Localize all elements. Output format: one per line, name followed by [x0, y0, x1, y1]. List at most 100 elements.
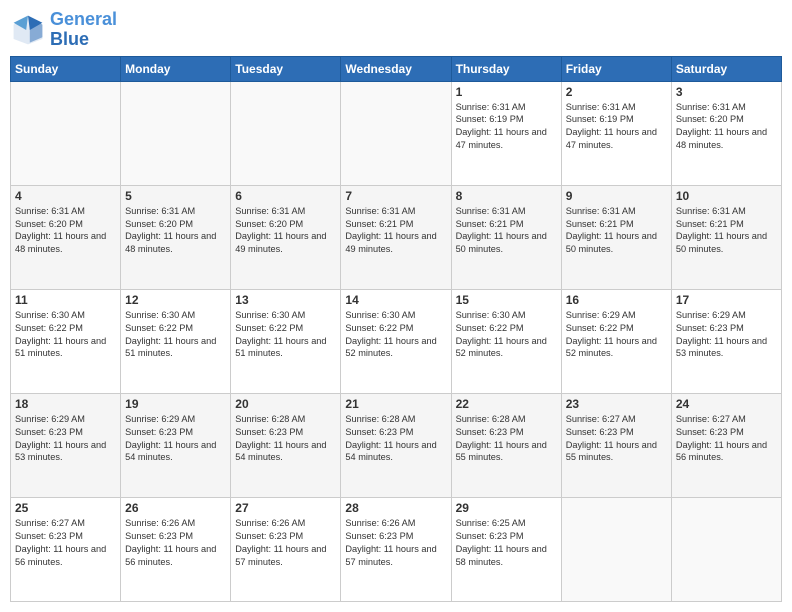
day-info: Sunrise: 6:30 AM Sunset: 6:22 PM Dayligh…	[125, 309, 226, 361]
day-number: 12	[125, 293, 226, 307]
table-row: 23Sunrise: 6:27 AM Sunset: 6:23 PM Dayli…	[561, 393, 671, 497]
calendar-week-row: 25 Sunrise: 6:27 AM Sunset: 6:23 PM Dayli…	[11, 497, 782, 601]
table-row: 24 Sunrise: 6:27 AM Sunset: 6:23 PM Dayli…	[671, 393, 781, 497]
day-info: Sunrise: 6:30 AM Sunset: 6:22 PM Dayligh…	[235, 309, 336, 361]
table-row: 28Sunrise: 6:26 AM Sunset: 6:23 PM Dayli…	[341, 497, 451, 601]
day-info: Sunrise: 6:28 AM Sunset: 6:23 PM Dayligh…	[456, 413, 557, 465]
table-row: 27 Sunrise: 6:26 AM Sunset: 6:23 PM Dayli…	[231, 497, 341, 601]
day-info: Sunrise: 6:29 AM Sunset: 6:23 PM Dayligh…	[15, 413, 116, 465]
table-row: 10 Sunrise: 6:31 AM Sunset: 6:21 PM Dayli…	[671, 185, 781, 289]
calendar-week-row: 18 Sunrise: 6:29 AM Sunset: 6:23 PM Dayli…	[11, 393, 782, 497]
day-info: Sunrise: 6:25 AM Sunset: 6:23 PM Dayligh…	[456, 517, 557, 569]
table-row: 6Sunrise: 6:31 AM Sunset: 6:20 PM Daylig…	[231, 185, 341, 289]
col-tuesday: Tuesday	[231, 56, 341, 81]
day-info: Sunrise: 6:31 AM Sunset: 6:19 PM Dayligh…	[566, 101, 667, 153]
day-info: Sunrise: 6:31 AM Sunset: 6:20 PM Dayligh…	[125, 205, 226, 257]
day-info: Sunrise: 6:27 AM Sunset: 6:23 PM Dayligh…	[676, 413, 777, 465]
table-row: 26 Sunrise: 6:26 AM Sunset: 6:23 PM Dayli…	[121, 497, 231, 601]
day-info: Sunrise: 6:29 AM Sunset: 6:23 PM Dayligh…	[676, 309, 777, 361]
day-number: 5	[125, 189, 226, 203]
page: General Blue Sunday Monday Tuesday Wedne…	[0, 0, 792, 612]
day-info: Sunrise: 6:31 AM Sunset: 6:21 PM Dayligh…	[676, 205, 777, 257]
day-number: 2	[566, 85, 667, 99]
day-number: 24	[676, 397, 777, 411]
day-number: 10	[676, 189, 777, 203]
table-row: 25 Sunrise: 6:27 AM Sunset: 6:23 PM Dayli…	[11, 497, 121, 601]
table-row: 1 Sunrise: 6:31 AM Sunset: 6:19 PM Daylig…	[451, 81, 561, 185]
table-row: 22 Sunrise: 6:28 AM Sunset: 6:23 PM Dayli…	[451, 393, 561, 497]
day-number: 28	[345, 501, 446, 515]
day-info: Sunrise: 6:29 AM Sunset: 6:23 PM Dayligh…	[125, 413, 226, 465]
table-row	[561, 497, 671, 601]
day-number: 7	[345, 189, 446, 203]
table-row: 14 Sunrise: 6:30 AM Sunset: 6:22 PM Dayli…	[341, 289, 451, 393]
day-number: 13	[235, 293, 336, 307]
day-info: Sunrise: 6:30 AM Sunset: 6:22 PM Dayligh…	[15, 309, 116, 361]
day-info: Sunrise: 6:29 AM Sunset: 6:22 PM Dayligh…	[566, 309, 667, 361]
table-row: 7 Sunrise: 6:31 AM Sunset: 6:21 PM Daylig…	[341, 185, 451, 289]
table-row: 18 Sunrise: 6:29 AM Sunset: 6:23 PM Dayli…	[11, 393, 121, 497]
day-number: 1	[456, 85, 557, 99]
table-row: 15 Sunrise: 6:30 AM Sunset: 6:22 PM Dayli…	[451, 289, 561, 393]
day-number: 14	[345, 293, 446, 307]
day-info: Sunrise: 6:31 AM Sunset: 6:19 PM Dayligh…	[456, 101, 557, 153]
day-info: Sunrise: 6:26 AM Sunset: 6:23 PM Dayligh…	[125, 517, 226, 569]
day-info: Sunrise: 6:31 AM Sunset: 6:20 PM Dayligh…	[676, 101, 777, 153]
day-number: 18	[15, 397, 116, 411]
table-row: 9 Sunrise: 6:31 AM Sunset: 6:21 PM Daylig…	[561, 185, 671, 289]
day-info: Sunrise: 6:28 AM Sunset: 6:23 PM Dayligh…	[345, 413, 446, 465]
day-number: 22	[456, 397, 557, 411]
col-monday: Monday	[121, 56, 231, 81]
day-info: Sunrise: 6:30 AM Sunset: 6:22 PM Dayligh…	[456, 309, 557, 361]
table-row: 8 Sunrise: 6:31 AM Sunset: 6:21 PM Daylig…	[451, 185, 561, 289]
calendar-week-row: 4Sunrise: 6:31 AM Sunset: 6:20 PM Daylig…	[11, 185, 782, 289]
day-number: 3	[676, 85, 777, 99]
day-number: 27	[235, 501, 336, 515]
table-row: 16 Sunrise: 6:29 AM Sunset: 6:22 PM Dayli…	[561, 289, 671, 393]
day-info: Sunrise: 6:31 AM Sunset: 6:21 PM Dayligh…	[345, 205, 446, 257]
col-saturday: Saturday	[671, 56, 781, 81]
table-row: 21 Sunrise: 6:28 AM Sunset: 6:23 PM Dayli…	[341, 393, 451, 497]
table-row: 29 Sunrise: 6:25 AM Sunset: 6:23 PM Dayli…	[451, 497, 561, 601]
logo-icon	[10, 12, 46, 48]
day-number: 8	[456, 189, 557, 203]
table-row: 12 Sunrise: 6:30 AM Sunset: 6:22 PM Dayli…	[121, 289, 231, 393]
col-wednesday: Wednesday	[341, 56, 451, 81]
day-number: 15	[456, 293, 557, 307]
day-number: 16	[566, 293, 667, 307]
day-info: Sunrise: 6:31 AM Sunset: 6:20 PM Dayligh…	[235, 205, 336, 257]
day-info: Sunrise: 6:27 AM Sunset: 6:23 PM Dayligh…	[15, 517, 116, 569]
header: General Blue	[10, 10, 782, 50]
table-row: 2 Sunrise: 6:31 AM Sunset: 6:19 PM Daylig…	[561, 81, 671, 185]
col-friday: Friday	[561, 56, 671, 81]
day-number: 17	[676, 293, 777, 307]
table-row: 19 Sunrise: 6:29 AM Sunset: 6:23 PM Dayli…	[121, 393, 231, 497]
day-number: 29	[456, 501, 557, 515]
col-thursday: Thursday	[451, 56, 561, 81]
table-row	[121, 81, 231, 185]
day-info: Sunrise: 6:27 AM Sunset: 6:23 PM Dayligh…	[566, 413, 667, 465]
calendar-table: Sunday Monday Tuesday Wednesday Thursday…	[10, 56, 782, 602]
table-row: 20Sunrise: 6:28 AM Sunset: 6:23 PM Dayli…	[231, 393, 341, 497]
table-row	[341, 81, 451, 185]
table-row	[231, 81, 341, 185]
calendar-week-row: 1 Sunrise: 6:31 AM Sunset: 6:19 PM Daylig…	[11, 81, 782, 185]
day-number: 26	[125, 501, 226, 515]
day-info: Sunrise: 6:30 AM Sunset: 6:22 PM Dayligh…	[345, 309, 446, 361]
day-number: 9	[566, 189, 667, 203]
day-number: 25	[15, 501, 116, 515]
day-number: 19	[125, 397, 226, 411]
day-info: Sunrise: 6:26 AM Sunset: 6:23 PM Dayligh…	[235, 517, 336, 569]
day-info: Sunrise: 6:31 AM Sunset: 6:21 PM Dayligh…	[566, 205, 667, 257]
table-row: 11 Sunrise: 6:30 AM Sunset: 6:22 PM Dayli…	[11, 289, 121, 393]
table-row: 4Sunrise: 6:31 AM Sunset: 6:20 PM Daylig…	[11, 185, 121, 289]
table-row	[671, 497, 781, 601]
table-row: 13 Sunrise: 6:30 AM Sunset: 6:22 PM Dayli…	[231, 289, 341, 393]
day-number: 21	[345, 397, 446, 411]
day-info: Sunrise: 6:28 AM Sunset: 6:23 PM Dayligh…	[235, 413, 336, 465]
col-sunday: Sunday	[11, 56, 121, 81]
table-row: 3 Sunrise: 6:31 AM Sunset: 6:20 PM Daylig…	[671, 81, 781, 185]
table-row: 5 Sunrise: 6:31 AM Sunset: 6:20 PM Daylig…	[121, 185, 231, 289]
day-number: 11	[15, 293, 116, 307]
day-info: Sunrise: 6:31 AM Sunset: 6:21 PM Dayligh…	[456, 205, 557, 257]
